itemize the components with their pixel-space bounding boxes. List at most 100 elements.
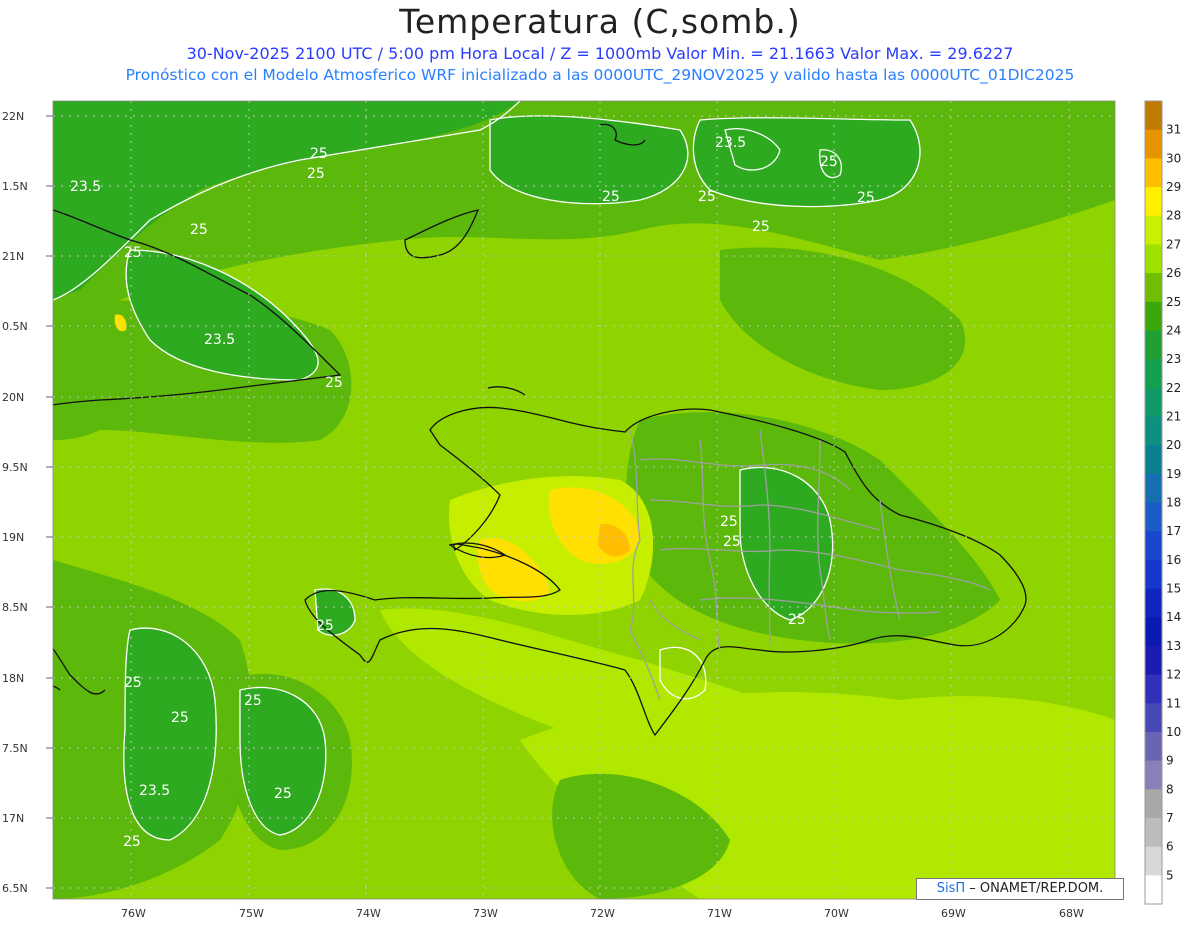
credit-box: SisΠ – ONAMET/REP.DOM. [916,878,1124,900]
colorbar-swatch [1145,846,1162,876]
colorbar-swatch [1145,359,1162,389]
contour-label: 25 [857,190,875,206]
colorbar-label: 28 [1166,209,1181,223]
contour-label: 25 [171,710,189,726]
colorbar-swatch [1145,445,1162,475]
lat-tick-label: 17N [2,812,24,825]
lon-tick-label: 68W [1059,907,1084,920]
colorbar-label: 27 [1166,237,1181,251]
lon-tick-label: 73W [473,907,498,920]
colorbar-label: 21 [1166,409,1181,423]
credit-text: – ONAMET/REP.DOM. [965,881,1104,896]
colorbar-swatch [1145,301,1162,331]
colorbar-label: 20 [1166,438,1181,452]
colorbar-swatch [1145,731,1162,762]
colorbar-swatch [1145,645,1162,676]
colorbar-label: 23 [1166,352,1181,366]
colorbar-label: 7 [1166,811,1174,825]
colorbar-label: 15 [1166,582,1181,596]
colorbar-swatch [1145,101,1162,131]
colorbar-label: 26 [1166,266,1181,280]
contour-label: 25 [274,786,292,802]
lon-tick-label: 76W [121,907,146,920]
contour-label: 25 [190,222,208,238]
contour-label: 25 [316,618,334,634]
contour-label: 23.5 [204,332,235,348]
longitude-axis: 76W 75W 74W 73W 72W 71W 70W 69W 68W [121,907,1084,920]
colorbar-swatch [1145,789,1162,819]
colorbar-swatch [1145,158,1162,188]
contour-label: 25 [820,154,838,170]
colorbar-label: 8 [1166,782,1174,796]
colorbar-swatch [1145,473,1162,503]
cool-field-north-bahamas [490,115,688,204]
lon-tick-label: 75W [239,907,264,920]
colorbar-swatch [1145,617,1162,647]
colorbar-swatch [1145,760,1162,790]
colorbar-swatch [1145,817,1162,848]
contour-label: 25 [310,146,328,162]
colorbar-label: 24 [1166,323,1181,337]
colorbar-swatch [1145,129,1162,159]
contour-label: 25 [723,534,741,550]
lat-tick-label: 8.5N [2,601,28,614]
contour-label: 25 [244,693,262,709]
contour-label: 25 [124,675,142,691]
colorbar-swatch [1145,273,1162,303]
colorbar-swatch [1145,244,1162,274]
colorbar-label: 29 [1166,180,1181,194]
contour-label: 25 [124,245,142,261]
colorbar-swatch [1145,387,1162,417]
colorbar-label: 17 [1166,524,1181,538]
contour-label: 25 [602,189,620,205]
colorbar-swatch [1145,703,1162,733]
colorbar-label: 12 [1166,668,1181,682]
colorbar-label: 18 [1166,496,1181,510]
lon-tick-label: 72W [590,907,615,920]
lat-tick-label: 20N [2,391,24,404]
contour-label: 25 [307,166,325,182]
latitude-axis: 22N 1.5N 21N 0.5N 20N 9.5N 19N 8.5N 18N … [2,110,28,895]
lat-tick-label: 6.5N [2,882,28,895]
lon-tick-label: 70W [824,907,849,920]
colorbar-swatch [1145,559,1162,590]
colorbar-swatch [1145,215,1162,245]
colorbar-swatch [1145,531,1162,561]
contour-label: 23.5 [139,783,170,799]
credit-brand: SisΠ [936,881,966,896]
temperature-map: 25 25 23.5 25 25 25 23.5 25 25 25 25 25 … [2,100,1181,920]
colorbar-label: 13 [1166,639,1181,653]
lat-ticks [46,115,53,889]
lat-tick-label: 19N [2,531,24,544]
colorbar-label: 31 [1166,123,1181,137]
lat-tick-label: 7.5N [2,742,28,755]
colorbar-label: 11 [1166,696,1181,710]
contour-label: 23.5 [70,179,101,195]
lat-tick-label: 9.5N [2,461,28,474]
lat-tick-label: 1.5N [2,180,28,193]
colorbar-label: 22 [1166,381,1181,395]
lat-tick-label: 18N [2,672,24,685]
colorbar-label: 9 [1166,754,1174,768]
cool-field-turks [693,117,920,207]
lon-tick-label: 71W [707,907,732,920]
map-plot-area: 25 25 23.5 25 25 25 23.5 25 25 25 25 25 … [53,101,1115,899]
colorbar-label: 30 [1166,151,1181,165]
colorbar-label: 19 [1166,467,1181,481]
contour-label: 25 [123,834,141,850]
colorbar-swatch [1145,330,1162,360]
contour-label: 25 [788,612,806,628]
colorbar-swatch [1145,502,1162,532]
colorbar-label: 10 [1166,725,1181,739]
lon-tick-label: 69W [941,907,966,920]
colorbar-label: 5 [1166,868,1174,882]
colorbar-swatch [1145,588,1162,618]
colorbar-label: 16 [1166,553,1181,567]
lat-tick-label: 0.5N [2,320,28,333]
colorbar-label: 25 [1166,295,1181,309]
colorbar-label: 14 [1166,610,1181,624]
colorbar-label: 6 [1166,840,1174,854]
colorbar-swatch [1145,416,1162,446]
colorbar-swatch [1145,187,1162,217]
colorbar: 31 30 29 28 27 26 25 24 23 22 21 20 19 18 17 16 15 14 13 12… [1144,100,1181,905]
